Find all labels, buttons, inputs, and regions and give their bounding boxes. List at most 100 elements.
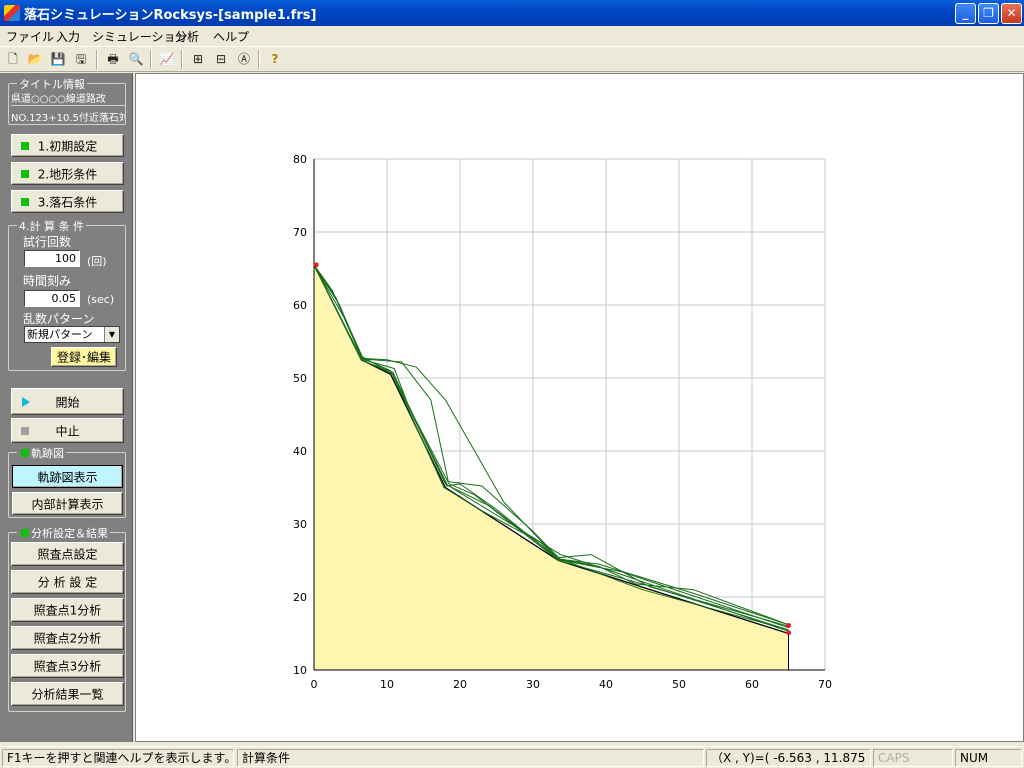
timestep-input[interactable]: 0.05 <box>24 290 80 307</box>
print-icon[interactable]: 🖶 <box>104 50 122 68</box>
check-point-setting-button[interactable]: 照査点設定 <box>11 542 124 566</box>
random-pattern-value: 新規パターン <box>27 328 93 341</box>
terrain-fill <box>314 264 789 670</box>
x-tick-label: 60 <box>745 678 759 691</box>
trajectory-chart: 0 10 20 30 40 50 60 70 10 20 30 40 50 60 70 80 <box>293 153 832 691</box>
timestep-label: 時間刻み <box>23 274 72 288</box>
terrain-conditions-label: 2.地形条件 <box>37 167 98 181</box>
y-tick-label: 50 <box>293 372 307 385</box>
x-tick-label: 40 <box>599 678 613 691</box>
rockfall-conditions-button[interactable]: 3.落石条件 <box>11 190 124 213</box>
endpoint-marker <box>313 262 319 268</box>
grid-icon[interactable]: ⊞ <box>189 50 207 68</box>
y-tick-label: 70 <box>293 226 307 239</box>
start-label: 開始 <box>55 395 80 409</box>
chevron-down-icon[interactable]: ▼ <box>104 327 119 342</box>
check-point-2-button[interactable]: 照査点2分析 <box>11 626 124 650</box>
rockfall-conditions-label: 3.落石条件 <box>37 195 98 209</box>
grid-h-icon[interactable]: ⊟ <box>212 50 230 68</box>
endpoint-marker <box>786 622 791 628</box>
graph-icon[interactable]: 📈 <box>158 50 176 68</box>
check-point-1-button[interactable]: 照査点1分析 <box>11 598 124 622</box>
close-button[interactable]: ✕ <box>1001 3 1022 24</box>
timestep-unit: (sec) <box>87 293 115 306</box>
x-tick-label: 50 <box>672 678 686 691</box>
trajectory-group: 軌跡図 軌跡図表示 内部計算表示 <box>8 445 126 518</box>
status-help-text: F1キーを押すと関連ヘルプを表示します。 <box>2 749 234 767</box>
x-tick-label: 70 <box>818 678 832 691</box>
check-point-setting-label: 照査点設定 <box>37 547 98 562</box>
toolbar-separator <box>181 50 183 69</box>
status-led <box>21 529 29 537</box>
stop-button[interactable]: 中止 <box>11 418 124 443</box>
x-tick-label: 10 <box>380 678 394 691</box>
toolbar-separator <box>258 50 260 69</box>
window-title: 落石シミュレーションRocksys-[sample1.frs] <box>24 8 317 23</box>
show-trajectory-label: 軌跡図表示 <box>37 470 98 484</box>
y-tick-label: 20 <box>293 591 307 604</box>
analysis-setting-button[interactable]: 分 析 設 定 <box>11 570 124 594</box>
toolbar: 🗋 📂 💾 🖫 🖶 🔍 📈 ⊞ ⊟ Ⓐ ? <box>0 46 1024 72</box>
left-panel: タイトル情報 県道○○○○線道路改 NO.123+10.5付近落石対 1.初期設… <box>0 73 133 742</box>
status-coordinates: （X , Y)=( -6.563 , 11.875 ） <box>706 749 871 767</box>
menu-analysis[interactable]: 分析 <box>175 28 199 45</box>
trials-label: 試行回数 <box>23 235 72 249</box>
calc-conditions-group: 4.計 算 条 件 試行回数 100 (回) 時間刻み 0.05 (sec) 乱… <box>8 218 126 371</box>
initial-settings-label: 1.初期設定 <box>37 139 98 153</box>
stop-label: 中止 <box>55 424 80 438</box>
endpoint-marker <box>786 630 791 636</box>
start-button[interactable]: 開始 <box>11 388 124 415</box>
terrain-conditions-button[interactable]: 2.地形条件 <box>11 162 124 185</box>
check-point-2-label: 照査点2分析 <box>33 631 102 646</box>
new-icon[interactable]: 🗋 <box>4 50 22 68</box>
preview-icon[interactable]: 🔍 <box>127 50 145 68</box>
y-tick-label: 60 <box>293 299 307 312</box>
maximize-button[interactable]: ❐ <box>978 3 999 24</box>
x-tick-label: 0 <box>311 678 318 691</box>
y-tick-label: 30 <box>293 518 307 531</box>
menu-bar: ファイル 入力 シミュレーション 分析 ヘルプ <box>0 26 1024 45</box>
trials-input[interactable]: 100 <box>24 250 80 267</box>
title-info-group: タイトル情報 県道○○○○線道路改 NO.123+10.5付近落石対 <box>8 76 126 125</box>
status-bar: F1キーを押すと関連ヘルプを表示します。 計算条件 （X , Y)=( -6.5… <box>0 746 1024 768</box>
check-point-1-label: 照査点1分析 <box>33 603 102 618</box>
random-pattern-label: 乱数パターン <box>23 312 95 326</box>
save-icon[interactable]: 💾 <box>49 50 67 68</box>
help-icon[interactable]: ? <box>266 50 284 68</box>
menu-help[interactable]: ヘルプ <box>213 28 249 45</box>
random-pattern-select[interactable]: 新規パターン ▼ <box>24 326 120 343</box>
menu-input[interactable]: 入力 <box>56 28 80 45</box>
app-icon <box>4 5 20 21</box>
x-tick-label: 20 <box>453 678 467 691</box>
initial-settings-button[interactable]: 1.初期設定 <box>11 134 124 157</box>
trials-unit: (回) <box>87 255 107 268</box>
text-zoom-icon[interactable]: Ⓐ <box>235 50 253 68</box>
menu-file[interactable]: ファイル <box>6 28 54 45</box>
y-tick-label: 10 <box>293 664 307 677</box>
results-list-label: 分析結果一覧 <box>31 687 104 702</box>
show-trajectory-button[interactable]: 軌跡図表示 <box>12 465 123 488</box>
trajectory-canvas[interactable]: 0 10 20 30 40 50 60 70 10 20 30 40 50 60 70 80 <box>135 73 1024 742</box>
y-tick-label: 40 <box>293 445 307 458</box>
show-internal-calc-label: 内部計算表示 <box>31 497 104 511</box>
title-line-2: NO.123+10.5付近落石対 <box>11 109 125 125</box>
title-bar: 落石シミュレーションRocksys-[sample1.frs] _ ❐ ✕ <box>0 0 1024 26</box>
open-icon[interactable]: 📂 <box>26 50 44 68</box>
register-edit-button[interactable]: 登録･編集 <box>51 347 117 367</box>
menu-simulation[interactable]: シミュレーション <box>92 28 188 45</box>
check-point-3-button[interactable]: 照査点3分析 <box>11 654 124 678</box>
status-led <box>21 449 29 457</box>
results-list-button[interactable]: 分析結果一覧 <box>11 682 124 706</box>
status-mode: 計算条件 <box>237 749 704 767</box>
x-tick-label: 30 <box>526 678 540 691</box>
show-internal-calc-button[interactable]: 内部計算表示 <box>12 492 123 515</box>
check-point-3-label: 照査点3分析 <box>33 659 102 674</box>
save-as-icon[interactable]: 🖫 <box>72 50 90 68</box>
minimize-button[interactable]: _ <box>955 3 976 24</box>
toolbar-separator <box>150 50 152 69</box>
status-caps: CAPS <box>873 749 953 767</box>
calc-conditions-label: 4.計 算 条 件 <box>17 218 86 234</box>
y-tick-label: 80 <box>293 153 307 166</box>
title-line-1: 県道○○○○線道路改 <box>11 90 125 106</box>
analysis-setting-label: 分 析 設 定 <box>37 575 98 590</box>
